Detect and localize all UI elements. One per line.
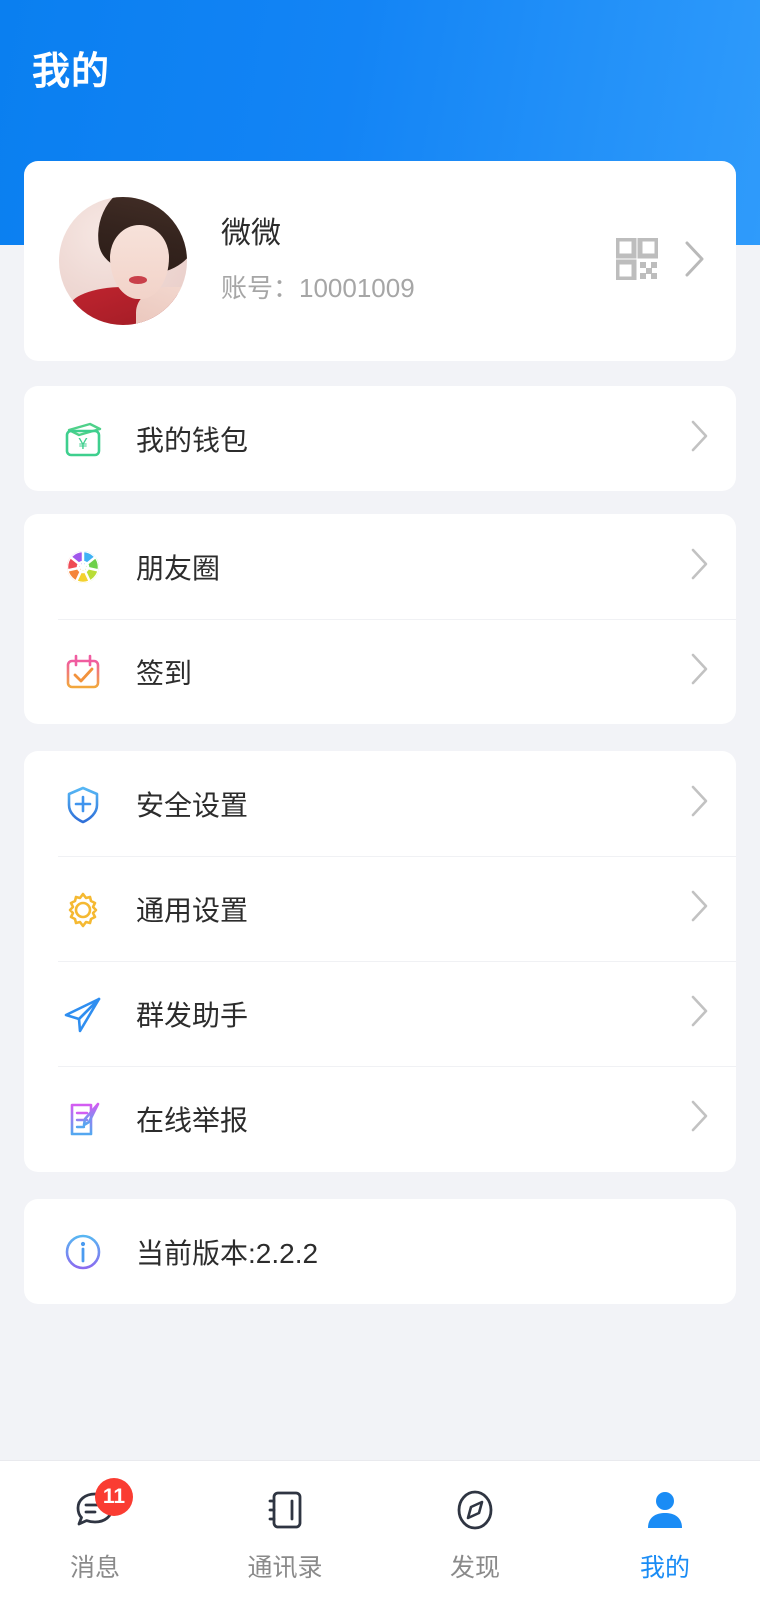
shield-plus-icon <box>58 779 108 829</box>
tab-profile[interactable]: 我的 <box>570 1461 760 1600</box>
contacts-book-icon <box>259 1484 311 1536</box>
version-group-card: 当前版本:2.2.2 <box>24 1199 736 1304</box>
chevron-right-icon <box>690 652 710 691</box>
messages-badge: 11 <box>95 1478 133 1516</box>
profile-card[interactable]: 微微 账号：10001009 <box>24 161 736 361</box>
paper-plane-icon <box>58 989 108 1039</box>
svg-text:¥: ¥ <box>78 436 88 453</box>
tab-messages[interactable]: 11 消息 <box>0 1461 190 1600</box>
menu-item-label: 我的钱包 <box>136 419 690 459</box>
tab-label: 消息 <box>70 1548 120 1584</box>
version-label: 当前版本:2.2.2 <box>136 1232 710 1272</box>
menu-item-online-report[interactable]: 在线举报 <box>24 1066 736 1171</box>
menu-item-version[interactable]: 当前版本:2.2.2 <box>24 1199 736 1304</box>
tab-label: 发现 <box>450 1548 500 1584</box>
chevron-right-icon <box>690 1099 710 1138</box>
person-icon <box>639 1484 691 1536</box>
menu-item-label: 安全设置 <box>136 784 690 824</box>
menu-item-checkin[interactable]: 签到 <box>24 619 736 724</box>
chevron-right-icon <box>690 994 710 1033</box>
menu-item-label: 签到 <box>136 652 690 692</box>
avatar[interactable] <box>59 197 187 325</box>
profile-name: 微微 <box>221 217 616 250</box>
menu-item-label: 通用设置 <box>136 889 690 929</box>
chevron-right-icon <box>690 419 710 458</box>
menu-item-general-settings[interactable]: 通用设置 <box>24 856 736 961</box>
menu-item-mass-message[interactable]: 群发助手 <box>24 961 736 1066</box>
profile-account: 账号：10001009 <box>221 268 616 305</box>
menu-item-label: 群发助手 <box>136 994 690 1034</box>
tab-label: 通讯录 <box>247 1548 322 1584</box>
chat-bubble-icon: 11 <box>69 1484 121 1536</box>
page-content: 微微 账号：10001009 <box>0 0 760 1460</box>
menu-item-label: 在线举报 <box>136 1099 690 1139</box>
wallet-group-card: ¥ 我的钱包 <box>24 386 736 491</box>
report-document-icon <box>58 1094 108 1144</box>
gear-icon <box>58 884 108 934</box>
menu-item-security-settings[interactable]: 安全设置 <box>24 751 736 856</box>
profile-text-block: 微微 账号：10001009 <box>221 217 616 305</box>
calendar-check-icon <box>58 647 108 697</box>
social-group-card: 朋友圈 <box>24 514 736 724</box>
settings-group-card: 安全设置 通用设置 <box>24 751 736 1172</box>
menu-item-moments[interactable]: 朋友圈 <box>24 514 736 619</box>
aperture-icon <box>58 542 108 592</box>
bottom-navigation-bar: 11 消息 通讯录 发现 我的 <box>0 1460 760 1600</box>
tab-discover[interactable]: 发现 <box>380 1461 570 1600</box>
compass-icon <box>449 1484 501 1536</box>
chevron-right-icon <box>690 784 710 823</box>
chevron-right-icon <box>690 889 710 928</box>
qrcode-icon[interactable] <box>616 238 658 285</box>
menu-item-label: 朋友圈 <box>136 547 690 587</box>
menu-item-wallet[interactable]: ¥ 我的钱包 <box>24 386 736 491</box>
info-circle-icon <box>58 1227 108 1277</box>
tab-label: 我的 <box>640 1548 690 1584</box>
wallet-icon: ¥ <box>58 414 108 464</box>
tab-contacts[interactable]: 通讯录 <box>190 1461 380 1600</box>
chevron-right-icon <box>690 547 710 586</box>
chevron-right-icon[interactable] <box>684 240 706 283</box>
